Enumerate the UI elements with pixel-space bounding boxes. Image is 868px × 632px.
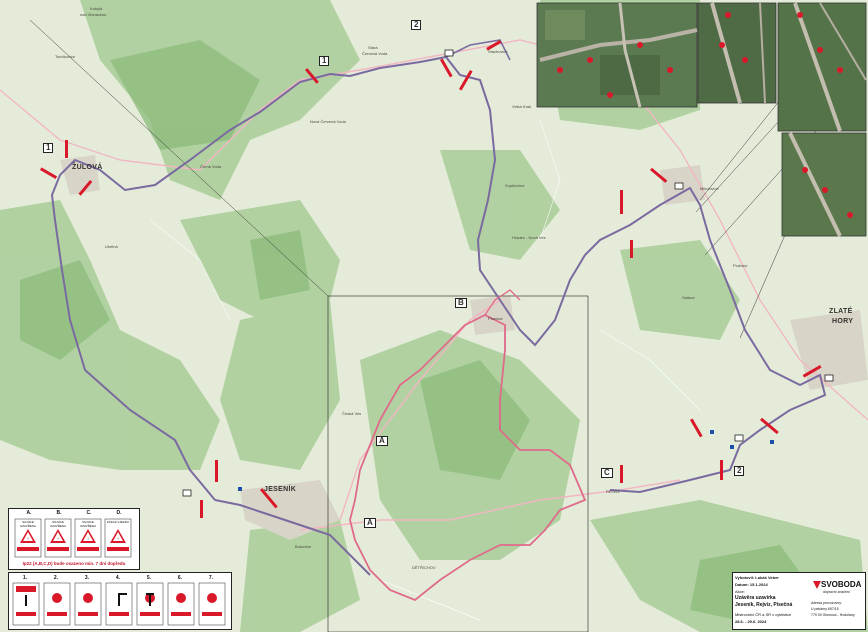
point-label-1[interactable]: 1: [43, 143, 54, 153]
legend-number: 1.: [22, 575, 28, 581]
village-label: Hradec - Nová Ves: [512, 235, 546, 240]
village-label: Česká Ves: [342, 411, 362, 416]
legend-sign-text: SILNICE UZAVŘENA: [19, 520, 37, 528]
title-line-1: Uzávěra uzavírka: [735, 595, 776, 601]
legend-number: 3.: [84, 575, 90, 581]
company-sub: dopravní značení: [823, 590, 850, 594]
town-label-hory: HORY: [832, 318, 854, 325]
legend-letter: B.: [56, 510, 62, 516]
satellite-inset-1: [536, 2, 698, 108]
village-label: Červená Voda: [362, 51, 388, 56]
village-label: Nová Červená Voda: [310, 119, 346, 124]
village-label: Podvesí: [733, 263, 748, 268]
village-label: Salisov: [682, 295, 695, 300]
town-label-zulova: ŽULOVÁ: [72, 164, 103, 171]
svg-text:!: !: [57, 536, 58, 541]
village-label: Kobylá: [90, 6, 103, 11]
svg-text:!: !: [27, 536, 28, 541]
legend-numbers-signs: [12, 582, 226, 626]
village-label: Černá Voda: [200, 164, 222, 169]
town-label-jesenik: JESENÍK: [264, 486, 297, 493]
legend-numbers-panel: 1. 2. 3. 4. 5. 6. 7.: [8, 572, 232, 630]
village-label: Písečná: [488, 316, 503, 321]
town-label-zlate: ZLATÉ: [829, 308, 853, 315]
subject-heading: Akce:: [735, 589, 746, 594]
village-label: nad Vidnavkou: [80, 12, 107, 17]
legend-sign-text: SILNICE UZAVŘENA: [49, 520, 67, 528]
svg-text:!: !: [117, 536, 118, 541]
date-label: Datum: 15.1.2024: [735, 582, 768, 587]
village-label: Velká Kraš: [512, 104, 532, 109]
legend-abcd-caption: Ip22 (A,B,C,D) bude osazeno min. 7 dní d…: [22, 561, 126, 566]
legend-number: 5.: [146, 575, 152, 581]
village-label: Tomíkovice: [55, 54, 76, 59]
title-line-2: Jeseník, Rejvíz, Písečná: [735, 602, 793, 608]
legend-letter: C.: [86, 510, 92, 516]
legend-abcd-panel: A. B. C. D. !!!! SILNICE UZAVŘENA SILNIC…: [8, 508, 140, 570]
satellite-inset-4: [781, 132, 867, 237]
point-label-2[interactable]: 2: [734, 466, 745, 476]
point-label-b[interactable]: B: [455, 298, 467, 308]
village-label: Supíkovice: [505, 183, 525, 188]
legend-sign-text: SILNICE UZAVŘENA: [79, 520, 97, 528]
point-label-2[interactable]: 2: [411, 20, 422, 30]
village-label: Uhelná: [105, 244, 118, 249]
title-block: Vyhotovil: Lukáš Veber Datum: 15.1.2024 …: [732, 572, 866, 630]
legend-sign-text: ZÁKAZ VJEZDU: [106, 520, 130, 524]
village-label: DĚTŘICHOV: [412, 565, 436, 570]
address-line-2: 779 00 Olomouc - Hodolany: [811, 613, 855, 617]
satellite-inset-3: [777, 2, 867, 132]
address-line-1: U pekárny 657/15: [811, 607, 839, 611]
company-logo: SVOBODA dopravní značení: [811, 577, 863, 597]
address-title: Adresa provozovny:: [811, 601, 842, 605]
village-label: Stará: [368, 45, 378, 50]
legend-number: 2.: [53, 575, 59, 581]
point-label-a[interactable]: A: [376, 436, 388, 446]
event-line-2: 28.6. - 29.6. 2024: [735, 619, 767, 624]
legend-letter: D.: [116, 510, 122, 516]
legend-letter: A.: [26, 510, 32, 516]
satellite-inset-2: [697, 2, 777, 104]
legend-number: 7.: [208, 575, 214, 581]
legend-number: 6.: [177, 575, 183, 581]
village-label: REJVÍZ: [606, 489, 620, 494]
village-label: Mikulovice: [700, 186, 719, 191]
company-name: SVOBODA: [821, 580, 862, 589]
made-by-label: Vyhotovil: Lukáš Veber: [735, 575, 779, 580]
village-label: Bukovice: [295, 544, 312, 549]
event-line-1: Mistrovství ČR a SR v cyklistice: [735, 612, 792, 617]
point-label-1[interactable]: 1: [319, 56, 330, 66]
point-label-a[interactable]: A: [364, 518, 376, 528]
legend-number: 4.: [115, 575, 121, 581]
svg-text:!: !: [87, 536, 88, 541]
village-label: Stachovice: [488, 49, 508, 54]
point-label-c[interactable]: C: [601, 468, 613, 478]
